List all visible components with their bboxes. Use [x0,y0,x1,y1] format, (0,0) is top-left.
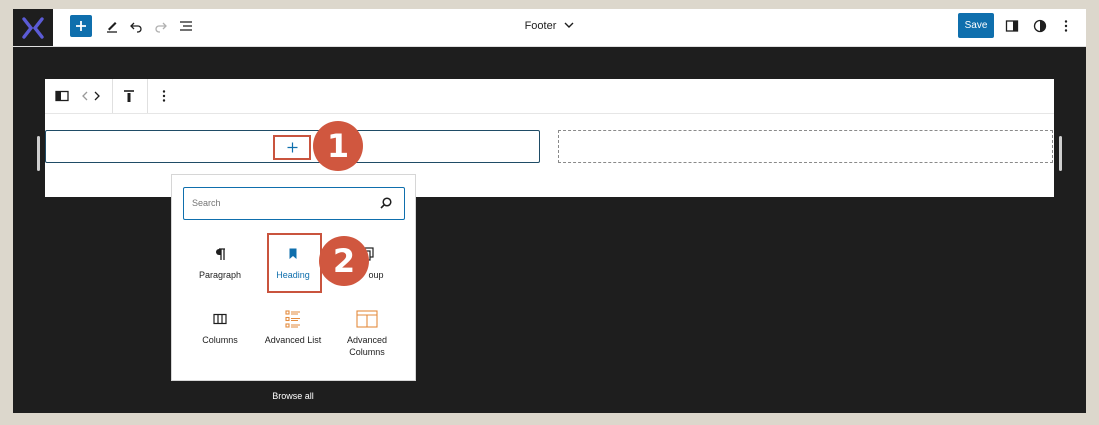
pencil-icon[interactable] [103,17,121,35]
right-resize-handle[interactable] [1059,136,1062,171]
undo-icon[interactable] [127,17,145,35]
toolbar-divider [112,79,113,113]
block-item-advanced-list[interactable]: Advanced List [258,308,328,345]
step-1-badge: 1 [313,121,363,171]
document-title-bar: Footer [13,20,1086,32]
toolbar-divider [147,79,148,113]
columns-icon [185,308,255,330]
site-logo-icon[interactable] [13,9,53,46]
vertical-align-top-icon[interactable] [122,88,136,104]
columns-block-icon[interactable] [55,88,69,104]
move-arrows-icon[interactable] [81,88,101,104]
more-options-icon[interactable] [1057,17,1075,35]
block-item-label: Advanced [346,335,388,345]
document-title[interactable]: Footer [525,20,557,32]
list-view-icon[interactable] [177,17,195,35]
advanced-columns-icon [332,308,402,330]
editor-window: Footer Save 1 Search Paragraph Heading o… [13,9,1086,413]
advanced-list-icon [258,308,328,330]
browse-all-button[interactable]: Browse all [253,391,333,401]
block-item-label: Advanced List [264,335,322,345]
editor-top-toolbar: Footer Save [13,9,1086,47]
block-inserter-popover: Paragraph Heading oup [171,174,416,381]
plus-icon [287,142,297,153]
block-options-icon[interactable] [159,88,169,104]
block-search-box[interactable] [183,187,405,220]
column-left-selected[interactable] [45,130,540,163]
add-block-button[interactable] [273,135,311,160]
chevron-down-icon[interactable] [564,20,574,32]
heading-highlight-box [267,233,322,293]
left-resize-handle[interactable] [37,136,40,171]
settings-sidebar-icon[interactable] [1003,17,1021,35]
block-item-label: Paragraph [198,270,242,280]
block-toolbar [45,79,1054,114]
save-button[interactable]: Save [958,13,994,38]
column-right-empty[interactable] [558,130,1053,163]
paragraph-icon [185,243,255,265]
plus-icon [76,21,86,31]
block-item-advanced-columns[interactable]: Advanced Columns [332,308,402,357]
step-2-badge: 2 [319,236,369,286]
block-item-columns[interactable]: Columns [185,308,255,345]
block-search-input[interactable] [192,194,362,212]
block-item-label: Columns [349,347,385,357]
block-inserter-toggle-button[interactable] [70,15,92,37]
block-item-label: Columns [202,335,238,345]
redo-icon[interactable] [152,17,170,35]
block-item-paragraph[interactable]: Paragraph [185,243,255,280]
search-icon [380,197,392,209]
styles-contrast-icon[interactable] [1031,17,1049,35]
